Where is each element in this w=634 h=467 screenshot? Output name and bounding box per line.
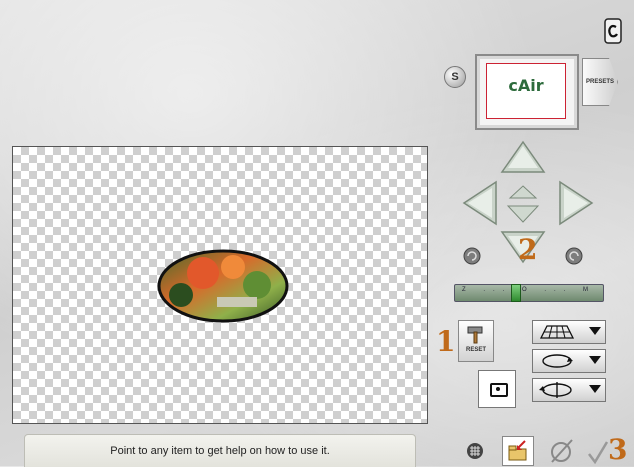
reset-button[interactable]: RESET xyxy=(458,320,494,362)
small-up-button[interactable] xyxy=(508,184,538,200)
rotate-right-icon[interactable] xyxy=(564,246,584,266)
step-2-number: 2 xyxy=(518,233,538,266)
zoom-ticks: Z ... O ... M xyxy=(462,287,596,293)
presets-label: PRESETS xyxy=(585,79,614,85)
oval-photo[interactable] xyxy=(157,249,289,323)
checkmark-icon[interactable] xyxy=(586,440,610,464)
frame-tool-button[interactable] xyxy=(478,370,516,408)
e-logo-icon xyxy=(604,18,622,44)
help-text: Point to any item to get help on how to … xyxy=(110,445,330,457)
s-button[interactable]: S xyxy=(444,66,466,88)
s-button-label: S xyxy=(451,71,459,83)
open-folder-button[interactable] xyxy=(502,436,534,466)
chevron-down-icon xyxy=(589,327,601,335)
preview-thumbnail-text: cAir xyxy=(508,76,544,95)
rotate-left-icon[interactable] xyxy=(462,246,482,266)
chevron-down-icon xyxy=(589,385,601,393)
arrow-up-button[interactable] xyxy=(500,140,546,174)
flip-icon xyxy=(539,382,572,398)
open-folder-icon xyxy=(508,440,527,461)
zoom-slider[interactable]: Z ... O ... M xyxy=(454,284,604,302)
rotate-ellipse-icon xyxy=(542,354,573,368)
reset-label: RESET xyxy=(465,347,486,353)
rotate-dropdown[interactable] xyxy=(532,349,606,373)
arrow-left-button[interactable] xyxy=(462,180,498,226)
small-down-button[interactable] xyxy=(506,204,540,224)
step-3-number: 3 xyxy=(608,433,628,466)
flip-dropdown[interactable] xyxy=(532,378,606,402)
perspective-dropdown[interactable] xyxy=(532,320,606,344)
frame-icon xyxy=(490,383,508,397)
perspective-grid-icon xyxy=(539,325,575,339)
hammer-icon xyxy=(467,326,483,344)
arrow-right-button[interactable] xyxy=(558,180,594,226)
zoom-slider-thumb[interactable] xyxy=(511,284,521,302)
preview-image: cAir xyxy=(486,63,566,119)
chevron-down-icon xyxy=(589,356,601,364)
presets-button[interactable]: PRESETS xyxy=(582,58,618,106)
editing-canvas[interactable] xyxy=(12,146,428,424)
grid-icon[interactable] xyxy=(466,442,484,460)
help-status-bar: Point to any item to get help on how to … xyxy=(24,434,416,467)
step-1-number: 1 xyxy=(436,325,456,358)
preview-thumbnail: cAir xyxy=(475,54,579,130)
cancel-icon[interactable] xyxy=(548,438,574,464)
